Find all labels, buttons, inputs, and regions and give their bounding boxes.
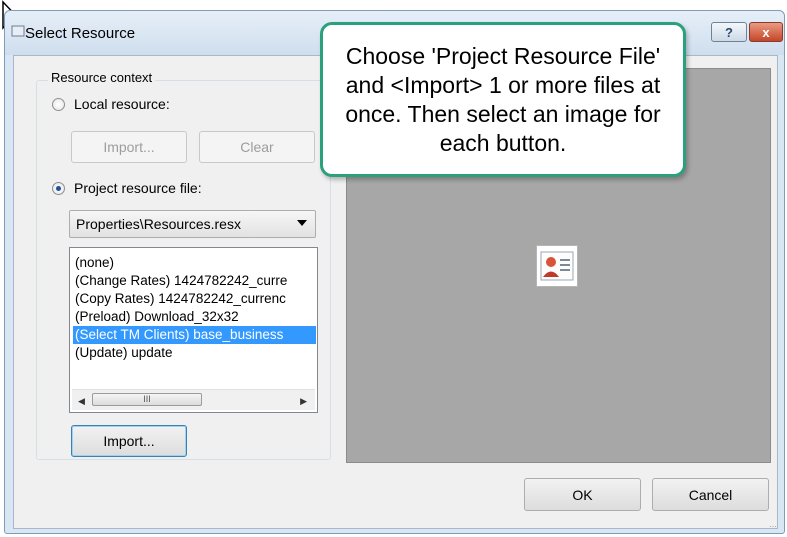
preview-image [536,245,578,287]
app-icon [11,25,25,37]
import-button[interactable]: Import... [71,425,187,457]
horizontal-scrollbar[interactable]: ◀ III ▶ [72,389,315,410]
list-item[interactable]: (none) [73,254,316,272]
local-import-button[interactable]: Import... [71,131,187,163]
project-resource-label: Project resource file: [74,180,202,196]
list-item[interactable]: (Change Rates) 1424782242_curre [73,272,316,290]
cancel-button[interactable]: Cancel [652,478,769,511]
project-resource-radio-circle[interactable] [52,181,65,195]
local-resource-radio[interactable]: Local resource: [52,96,170,112]
list-item[interactable]: (Copy Rates) 1424782242_currenc [73,290,316,308]
project-resource-file-value: Properties\Resources.resx [76,216,241,232]
local-resource-radio-circle[interactable] [52,97,65,111]
instruction-callout: Choose 'Project Resource File' and <Impo… [320,22,686,177]
window-title: Select Resource [25,25,136,42]
chevron-down-icon[interactable] [297,220,307,226]
contact-card-icon [540,251,574,281]
close-icon: x [762,24,770,40]
clear-button[interactable]: Clear [199,131,315,163]
project-resource-file-dropdown[interactable]: Properties\Resources.resx [69,210,316,238]
left-arrow-icon[interactable]: ◀ [78,396,85,407]
right-arrow-icon[interactable]: ▶ [300,396,307,407]
help-button[interactable]: ? [711,22,747,42]
scrollbar-thumb[interactable]: III [92,393,202,406]
list-item[interactable]: (Update) update [73,344,316,362]
resize-grip-icon[interactable]: ⋯ [769,522,777,531]
help-icon: ? [725,24,733,40]
resource-context-legend: Resource context [48,70,156,85]
project-resource-radio[interactable]: Project resource file: [52,180,202,196]
list-item-selected[interactable]: (Select TM Clients) base_business [73,326,316,344]
close-button[interactable]: x [749,22,783,42]
local-resource-label: Local resource: [74,96,170,112]
ok-button[interactable]: OK [524,478,641,511]
resource-listbox[interactable]: (none) (Change Rates) 1424782242_curre (… [69,247,318,413]
list-item[interactable]: (Preload) Download_32x32 [73,308,316,326]
